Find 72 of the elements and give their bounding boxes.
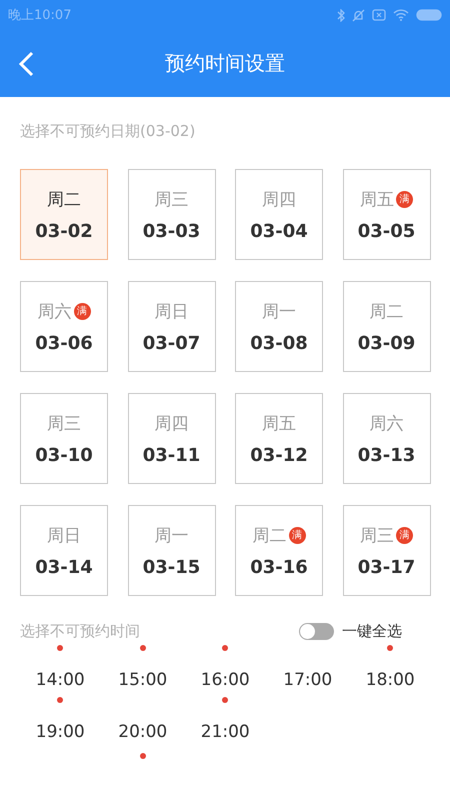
weekday-label: 周一 — [262, 300, 296, 322]
bell-off-icon — [352, 8, 365, 22]
date-label: 03-09 — [358, 332, 416, 354]
date-card[interactable]: 周日 03-14 — [20, 505, 108, 596]
full-badge: 满 — [396, 526, 413, 544]
date-card[interactable]: 周六 03-13 — [342, 393, 430, 484]
date-card[interactable]: 周一 03-08 — [235, 281, 323, 372]
weekday-label: 周日 — [154, 300, 188, 322]
weekday-label: 周四 — [262, 188, 296, 210]
bluetooth-icon — [337, 8, 345, 22]
weekday-label: 周六 — [38, 300, 72, 322]
section-label: 选择不可预约时间 — [20, 622, 140, 641]
date-card[interactable]: 周日 03-07 — [128, 281, 216, 372]
time-option[interactable]: 16:00 — [200, 670, 250, 690]
date-label: 03-10 — [35, 444, 93, 466]
weekday-label: 周二 — [370, 300, 404, 322]
date-label: 03-07 — [142, 332, 200, 354]
battery-icon — [416, 9, 442, 21]
section-label: 选择不可预约日期(03-02) — [20, 122, 196, 140]
wifi-icon — [393, 9, 409, 21]
date-label: 03-11 — [142, 444, 200, 466]
full-badge: 满 — [396, 190, 413, 208]
date-label: 03-02 — [35, 220, 93, 242]
time-option[interactable]: 21:00 — [200, 722, 250, 742]
date-label: 03-12 — [250, 444, 308, 466]
date-card[interactable]: 周一 03-15 — [128, 505, 216, 596]
back-icon[interactable] — [18, 51, 34, 77]
date-label: 03-04 — [250, 220, 308, 242]
page-title: 预约时间设置 — [165, 50, 285, 77]
time-option[interactable]: 20:00 — [118, 722, 168, 742]
weekday-label: 周三 — [154, 188, 188, 210]
weekday-label: 周三 — [47, 412, 81, 434]
date-label: 03-03 — [142, 220, 200, 242]
select-all-toggle[interactable] — [299, 623, 334, 640]
weekday-label: 周二 — [47, 188, 81, 210]
weekday-label: 周日 — [47, 524, 81, 546]
date-label: 03-15 — [142, 556, 200, 578]
date-label: 03-13 — [358, 444, 416, 466]
weekday-label: 周六 — [370, 412, 404, 434]
select-all-label: 一键全选 — [342, 622, 402, 641]
full-badge: 满 — [74, 302, 90, 320]
date-label: 03-05 — [358, 220, 416, 242]
date-card[interactable]: 周三 03-10 — [20, 393, 108, 484]
date-label: 03-08 — [250, 332, 308, 354]
date-card[interactable]: 周二 满 03-16 — [235, 505, 323, 596]
weekday-label: 周五 — [360, 188, 394, 210]
date-card[interactable]: 周六 满 03-06 — [20, 281, 108, 372]
full-badge: 满 — [288, 526, 306, 544]
time-option[interactable]: 15:00 — [118, 670, 168, 690]
time-option[interactable]: 17:00 — [283, 670, 332, 690]
date-card[interactable]: 周三 03-03 — [128, 169, 216, 260]
weekday-label: 周二 — [252, 524, 286, 546]
date-card[interactable]: 周二 03-02 — [20, 169, 108, 260]
date-label: 03-14 — [35, 556, 93, 578]
date-card[interactable]: 周五 满 03-05 — [342, 169, 430, 260]
date-card[interactable]: 周五 03-12 — [235, 393, 323, 484]
weekday-label: 周三 — [360, 524, 394, 546]
date-card[interactable]: 周四 03-11 — [128, 393, 216, 484]
time-option[interactable]: 14:00 — [36, 670, 85, 690]
date-label: 03-16 — [250, 556, 308, 578]
date-card[interactable]: 周三 满 03-17 — [342, 505, 430, 596]
date-card[interactable]: 周二 03-09 — [342, 281, 430, 372]
status-time: 晚上10:07 — [8, 7, 72, 24]
weekday-label: 周四 — [154, 412, 188, 434]
time-option[interactable]: 18:00 — [366, 670, 415, 690]
date-label: 03-17 — [358, 556, 416, 578]
weekday-label: 周一 — [154, 524, 188, 546]
weekday-label: 周五 — [262, 412, 296, 434]
time-option[interactable]: 19:00 — [36, 722, 85, 742]
sim-icon — [372, 9, 386, 21]
date-card[interactable]: 周四 03-04 — [235, 169, 323, 260]
date-label: 03-06 — [35, 332, 93, 354]
